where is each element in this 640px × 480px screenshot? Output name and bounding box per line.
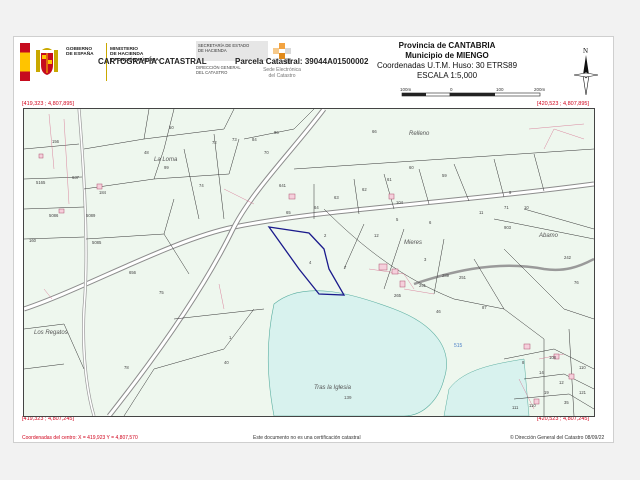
parcel-number: 637 <box>72 175 80 180</box>
parcel-number: 5085 <box>92 240 102 245</box>
copyright: © Dirección General del Catastro 08/09/2… <box>510 435 605 441</box>
parcel-number: 46 <box>436 309 441 314</box>
parcel-number: 14 <box>539 370 544 375</box>
parcel-number: 5089 <box>86 213 96 218</box>
parcel-number: 7 <box>344 265 347 270</box>
secretariat-line2: DE HACIENDA <box>198 48 227 53</box>
parcel-number: 50 <box>169 125 174 130</box>
parcel-number: 110 <box>529 403 536 408</box>
place-los-regatos: Los Regatos <box>34 330 68 336</box>
coords-system-label: Coordenadas U.T.M. Huso: 30 ETRS89 <box>376 61 518 70</box>
parcel-number: 4 <box>309 260 312 265</box>
location-block: Provincia de CANTABRIA Municipio de MIEN… <box>344 41 550 81</box>
map-canvas: La Loma Relleno Mieres Abamo Los Regatos… <box>24 109 594 416</box>
scale-tick-3: 200m <box>534 87 546 92</box>
parcel-number: 242 <box>564 255 572 260</box>
parcel-number: 251 <box>459 275 467 280</box>
place-tras-la-iglesia: Tras la Iglesia <box>314 385 352 391</box>
parcel-number: 5165 <box>36 180 46 185</box>
parcel-number: 72 <box>212 140 217 145</box>
parcel-number: 104 <box>396 200 404 205</box>
parcel-number: 10 <box>524 205 529 210</box>
header: GOBIERNO DE ESPAÑA MINISTERIO DE HACIEND… <box>14 37 613 103</box>
parcel-number: 291 <box>419 283 427 288</box>
parcel-number: 160 <box>29 238 37 243</box>
sede-label: Sede Electrónica del Catastro <box>257 67 307 79</box>
map-title: CARTOGRAFÍA CATASTRAL <box>98 57 207 66</box>
parcel-number: 265 <box>394 293 402 298</box>
north-letter: N <box>583 47 588 55</box>
parcel-number: 111 <box>512 405 519 410</box>
north-arrow-icon: N <box>573 47 599 96</box>
parcel-number: 11 <box>479 210 484 215</box>
parcel-number: 6 <box>429 220 432 225</box>
place-mieres: Mieres <box>404 240 422 246</box>
cadastral-map[interactable]: La Loma Relleno Mieres Abamo Los Regatos… <box>23 108 595 417</box>
parcel-number: 87 <box>482 305 487 310</box>
scale-bar: 100m 0 100 200m <box>400 87 546 97</box>
parcel-number: 84 <box>252 137 257 142</box>
parcel-number: 48 <box>144 150 149 155</box>
map-label-139: 139 <box>344 395 352 400</box>
parcel-number: 289 <box>442 273 450 278</box>
parcel-number: 75 <box>159 290 164 295</box>
parcel-number: 3 <box>424 257 427 262</box>
parcel-number: 61 <box>387 177 392 182</box>
parcel-number: 156 <box>52 139 60 144</box>
spain-flag-icon <box>20 43 30 81</box>
parcel-number: 19 <box>544 390 549 395</box>
parcel-number: 903 <box>504 225 512 230</box>
parcel-number: 641 <box>279 183 287 188</box>
scale-tick-2: 100 <box>496 87 504 92</box>
parcel-number: 121 <box>579 390 587 395</box>
coat-of-arms-icon <box>36 48 58 75</box>
parcel-number: 76 <box>574 280 579 285</box>
place-abamo: Abamo <box>538 233 559 239</box>
water-body <box>267 290 447 416</box>
parcel-number: 184 <box>99 190 107 195</box>
parcel-number: 12 <box>374 233 379 238</box>
disclaimer: Este documento no es una certificación c… <box>253 435 361 441</box>
parcel-number: 62 <box>362 187 367 192</box>
subject-parcel[interactable] <box>267 226 346 296</box>
parcel-number: 110 <box>579 365 586 370</box>
parcel-number: 65 <box>286 210 291 215</box>
scale-tick-0: 100m <box>400 87 412 92</box>
parcel-number: 5086 <box>49 213 59 218</box>
parcel-number: 86 <box>274 130 279 135</box>
parcel-number: 35 <box>564 400 569 405</box>
municipality-label: Municipio de MIENGO <box>405 51 489 60</box>
parcel-number: 99 <box>164 165 169 170</box>
scale-label: ESCALA 1:5,000 <box>416 71 478 80</box>
parcel-number: 12 <box>559 380 564 385</box>
parcel-number: 5 <box>396 217 399 222</box>
parcel-number: 66 <box>372 129 377 134</box>
road-main-fill <box>24 182 594 311</box>
coord-top-left: [419,323 ; 4,807,895] <box>22 101 74 107</box>
parcel-number: 40 <box>224 360 229 365</box>
scale-tick-1: 0 <box>450 87 453 92</box>
parcel-number: 2 <box>324 233 327 238</box>
parcel-number: 74 <box>199 183 204 188</box>
parcel-reference: Parcela Catastral: 39044A01500002 <box>235 57 369 66</box>
parcel-number: 64 <box>314 205 319 210</box>
sede-line2: del Catastro <box>268 73 296 79</box>
place-relleno: Relleno <box>409 131 430 137</box>
province-label: Provincia de CANTABRIA <box>398 41 496 50</box>
coord-top-right: [420,523 ; 4,807,895] <box>537 101 589 107</box>
parcel-number: 73 <box>232 137 237 142</box>
parcel-number: 59 <box>442 173 447 178</box>
parcel-number: 78 <box>124 365 129 370</box>
center-coordinates: Coordenadas del centro: X = 419,923 Y = … <box>22 435 138 441</box>
map-label-515: 515 <box>454 343 463 349</box>
place-la-loma: La Loma <box>154 157 178 163</box>
parcel-number: 71 <box>504 205 509 210</box>
road-main <box>24 181 594 312</box>
parcel-number: 63 <box>334 195 339 200</box>
parcel-number: 108 <box>549 355 557 360</box>
parcel-number: 60 <box>409 165 414 170</box>
parcel-number: 656 <box>129 270 137 275</box>
road-east <box>413 257 594 286</box>
parcel-number: 70 <box>264 150 269 155</box>
